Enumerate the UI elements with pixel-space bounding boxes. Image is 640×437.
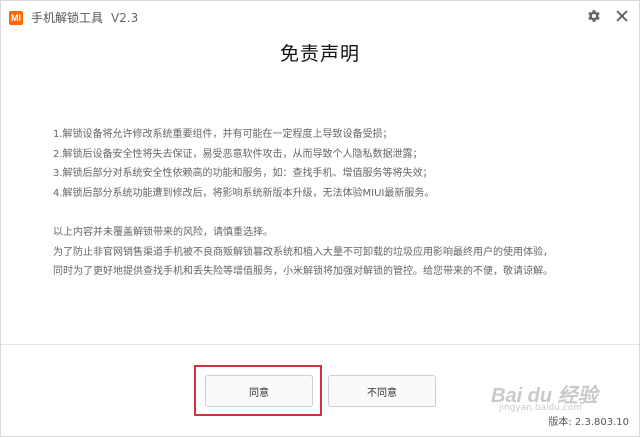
close-button[interactable] [613, 7, 631, 25]
notice-line: 同时为了更好地提供查找手机和丢失险等增值服务，小米解锁将加强对解锁的管控。给您带… [53, 266, 553, 277]
disclaimer-item: 2.解锁后设备安全性将失去保证，易受恶意软件攻击，从而导致个人隐私数据泄露； [53, 148, 423, 160]
watermark-url: jingyan.baidu.com [499, 403, 583, 413]
page-title: 免责声明 [279, 43, 360, 65]
app-window: MI 手机解锁工具 V2.3 免责声明 1.解锁设备将允许修改系统重要组件，并有可… [0, 0, 640, 437]
settings-button[interactable] [585, 7, 603, 25]
version-label: 版本: 2.3.803.10 [548, 417, 629, 428]
notice-line: 以上内容并未覆盖解锁带来的风险，请慎重选择。 [53, 227, 273, 238]
app-name: 手机解锁工具 [31, 11, 104, 25]
mi-logo: MI [9, 11, 23, 25]
disclaimer-item: 4.解锁后部分系统功能遭到修改后，将影响系统新版本升级，无法体验MIUI最新服务… [53, 187, 435, 199]
agree-button[interactable]: 同意 [205, 375, 313, 407]
gear-icon [588, 10, 600, 22]
disclaimer-item: 1.解锁设备将允许修改系统重要组件，并有可能在一定程度上导致设备受损； [53, 129, 393, 140]
titlebar-controls [585, 7, 631, 25]
notice-line: 为了防止非官网销售渠道手机被不良商贩解锁篡改系统和植入大量不可卸载的垃圾应用影响… [53, 246, 553, 258]
divider [1, 344, 639, 345]
app-version: V2.3 [111, 11, 139, 25]
disagree-button[interactable]: 不同意 [328, 375, 436, 407]
app-title: 手机解锁工具 V2.3 [31, 9, 138, 26]
close-icon [616, 10, 628, 22]
disclaimer-content: 1.解锁设备将允许修改系统重要组件，并有可能在一定程度上导致设备受损； 2.解锁… [53, 125, 623, 282]
title-bar: MI 手机解锁工具 V2.3 [1, 1, 639, 35]
disclaimer-item: 3.解锁后部分对系统安全性依赖高的功能和服务，如：查找手机、增值服务等将失效； [53, 168, 433, 179]
